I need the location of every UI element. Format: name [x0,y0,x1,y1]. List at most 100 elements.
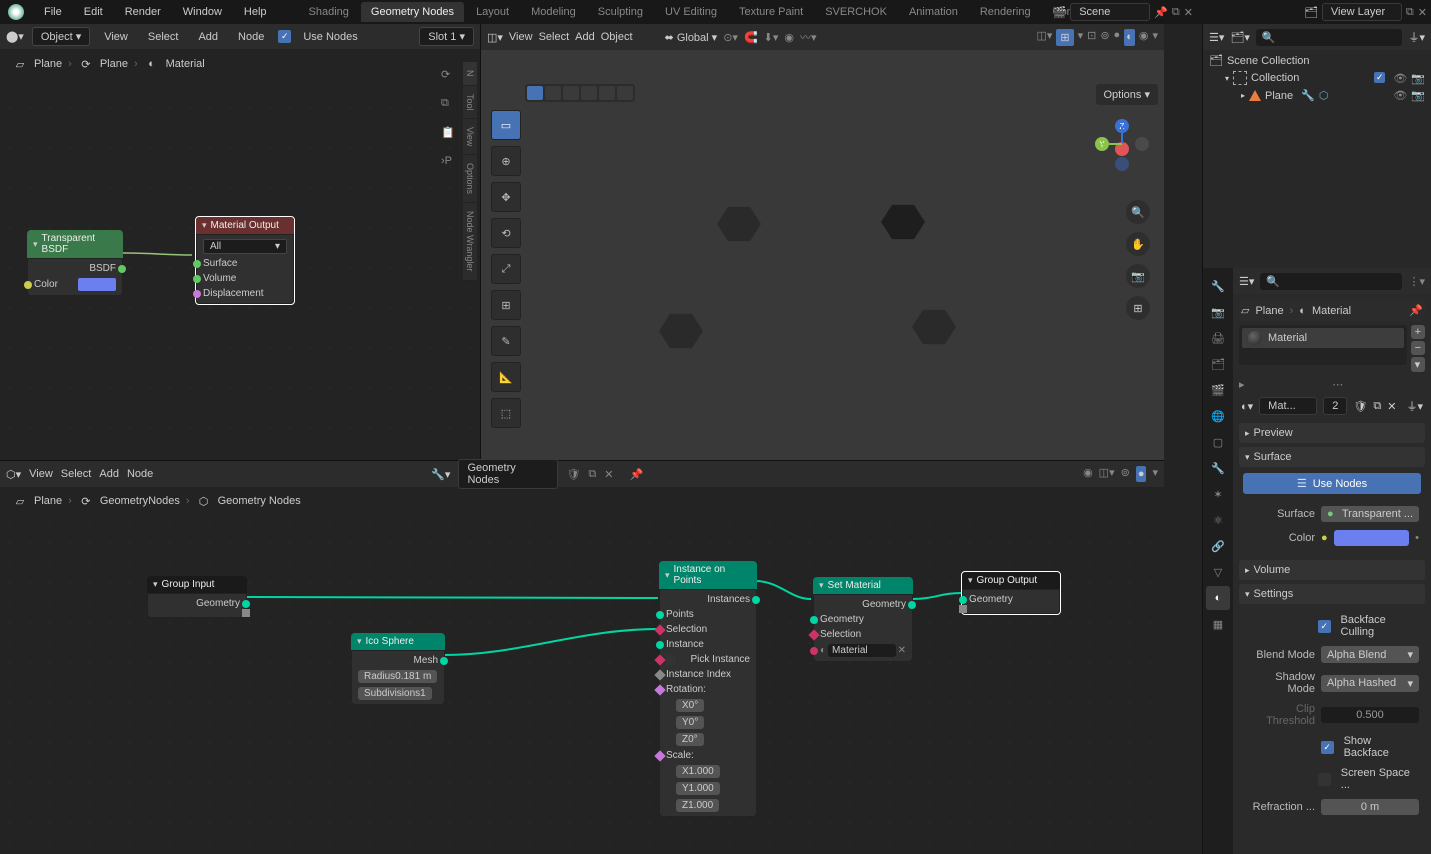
pivot-icon[interactable]: ⊙▾ [723,31,738,44]
tool-annotate[interactable]: ✎ [491,326,521,356]
prop-tab-physics[interactable]: ⚛ [1206,508,1230,532]
clear-material-icon[interactable]: ✕ [898,645,906,656]
breadcrumb-plane[interactable]: Plane [34,58,62,70]
shading-matprev-icon[interactable]: ◐ [1124,29,1135,46]
outliner-display-icon[interactable]: 🗂▾ [1230,31,1250,44]
gn-bc-plane[interactable]: Plane [34,495,62,507]
prop-tab-scene[interactable]: 🎬 [1206,378,1230,402]
prop-tab-render[interactable]: 📷 [1206,300,1230,324]
curve-icon[interactable]: 〰▾ [800,29,817,45]
shader-menu-view[interactable]: View [98,29,134,45]
workspace-tab-uv-editing[interactable]: UV Editing [655,2,727,22]
color-field[interactable] [1334,530,1409,546]
gn-modifier-name[interactable]: Geometry Nodes [458,459,558,489]
prop-tab-output[interactable]: 🖨 [1206,326,1230,350]
material-slot-item[interactable]: Material [1242,328,1404,348]
slot-specials-button[interactable]: ▾ [1411,357,1425,372]
prop-tab-tool[interactable]: 🔧 [1206,274,1230,298]
snap-type-icon[interactable]: ⬇▾ [764,31,779,44]
menu-window[interactable]: Window [173,2,232,22]
sidebar-tab-options[interactable]: Options [463,155,477,203]
pan-icon[interactable]: ✋ [1126,232,1150,256]
orientation-dropdown[interactable]: ⬌ Global ▾ [665,31,718,44]
users-count[interactable]: 2 [1323,397,1347,415]
fake-user-icon[interactable]: 🛡 [1353,400,1367,413]
workspace-tab-sverchok[interactable]: SVERCHOK [815,2,897,22]
workspace-tab-shading[interactable]: Shading [299,2,359,22]
modifier-type-icon[interactable]: 🔧▾ [431,468,450,481]
workspace-tab-texture-paint[interactable]: Texture Paint [729,2,813,22]
vp-add[interactable]: Add [575,31,595,43]
exclude-checkbox[interactable]: ✓ [1374,72,1385,83]
scene-delete-icon[interactable]: ✕ [1184,6,1193,19]
prop-tab-constraints[interactable]: 🔗 [1206,534,1230,558]
tool-rotate[interactable]: ⟲ [491,218,521,248]
sidebar-tab-nodewrangler[interactable]: Node Wrangler [463,203,477,280]
gn-snap-icon[interactable]: ◫▾ [1099,466,1115,482]
vp-object[interactable]: Object [601,31,633,43]
node-instance-on-points[interactable]: Instance on Points Instances Points Sele… [659,561,757,817]
viewport-editor-icon[interactable]: ◫▾ [487,31,503,44]
use-nodes-checkbox[interactable]: ✓ [278,30,291,43]
snap-icon[interactable]: 🧲 [744,31,758,44]
gn-node[interactable]: Node [127,468,153,480]
prop-tab-material[interactable]: ◐ [1206,586,1230,610]
shader-menu-node[interactable]: Node [232,29,270,45]
output-target-dropdown[interactable]: All ▾ [203,239,287,254]
outliner-editor-icon[interactable]: ☰▾ [1209,31,1224,44]
use-nodes-button[interactable]: ☰Use Nodes [1243,473,1421,494]
node-ico-sphere[interactable]: Ico Sphere Mesh Radius0.181 m Subdivisio… [351,633,445,705]
shadow-mode-dropdown[interactable]: Alpha Hashed▾ [1321,675,1419,692]
panel-preview[interactable]: Preview [1239,423,1425,443]
gn-solid-icon[interactable]: ● [1136,466,1147,482]
select-mode-3[interactable] [563,86,579,100]
prop-tab-world[interactable]: 🌐 [1206,404,1230,428]
menu-help[interactable]: Help [234,2,277,22]
visibility-icon[interactable]: 👁 [1393,89,1407,102]
shading-solid-icon[interactable]: ● [1114,29,1121,46]
scene-copy-icon[interactable]: ⧉ [1172,6,1180,19]
node-group-output[interactable]: Group Output Geometry [961,571,1061,615]
sidebar-toggle-icon[interactable]: ⟳ [441,68,455,81]
gizmo-toggle-icon[interactable]: ◫▾ [1036,29,1052,46]
proportional-icon[interactable]: ◉ [784,31,794,44]
remove-slot-button[interactable]: − [1411,341,1425,355]
select-mode-6[interactable] [617,86,633,100]
zoom-icon[interactable]: 🔍 [1126,200,1150,224]
workspace-tab-animation[interactable]: Animation [899,2,968,22]
menu-edit[interactable]: Edit [74,2,113,22]
gn-bc-mod[interactable]: GeometryNodes [100,495,180,507]
tree-collection[interactable]: ▾ Collection ✓ 👁 📷 [1209,69,1425,87]
prop-tab-viewlayer[interactable]: 🗂 [1206,352,1230,376]
nodetree-options-icon[interactable]: ⏚▾ [1406,398,1423,414]
viewport-options-dropdown[interactable]: Options ▾ [1096,84,1159,105]
tree-scene-collection[interactable]: 🗂 Scene Collection [1209,52,1425,69]
navigation-gizmo[interactable]: ZY [1094,116,1150,172]
gn-newcopy-icon[interactable]: ⧉ [588,468,596,481]
prop-tab-mesh[interactable]: ▽ [1206,560,1230,584]
gn-view[interactable]: View [29,468,53,480]
props-editor-icon[interactable]: ☰▾ [1239,275,1254,288]
vp-view[interactable]: View [509,31,533,43]
tool-measure[interactable]: 📐 [491,362,521,392]
tool-add-cube[interactable]: ⬚ [491,398,521,428]
workspace-tab-layout[interactable]: Layout [466,2,519,22]
menu-file[interactable]: File [34,2,72,22]
node-transparent-bsdf[interactable]: Transparent BSDF BSDF Color [27,230,123,296]
gn-unlink-icon[interactable]: ✕ [604,468,613,481]
layer-name-field[interactable]: View Layer [1322,3,1402,21]
panel-surface[interactable]: Surface [1239,447,1425,467]
render-icon[interactable]: 📷 [1411,89,1425,102]
color-value-icon[interactable]: • [1415,532,1419,544]
copy-icon[interactable]: ⧉ [1373,400,1381,413]
shader-menu-add[interactable]: Add [192,29,224,45]
props-options-icon[interactable]: ⋮▾ [1408,275,1425,288]
material-browse-icon[interactable]: ◐▾ [1241,400,1253,413]
tool-select-box[interactable]: ▭ [491,110,521,140]
prop-tab-particles[interactable]: ✶ [1206,482,1230,506]
perspective-icon[interactable]: ⊞ [1126,296,1150,320]
sidebar-p-icon[interactable]: ›P [441,155,455,167]
node-group-input[interactable]: Group Input Geometry [147,576,247,618]
radius-field[interactable]: Radius0.181 m [358,670,437,683]
prop-tab-modifier[interactable]: 🔧 [1206,456,1230,480]
